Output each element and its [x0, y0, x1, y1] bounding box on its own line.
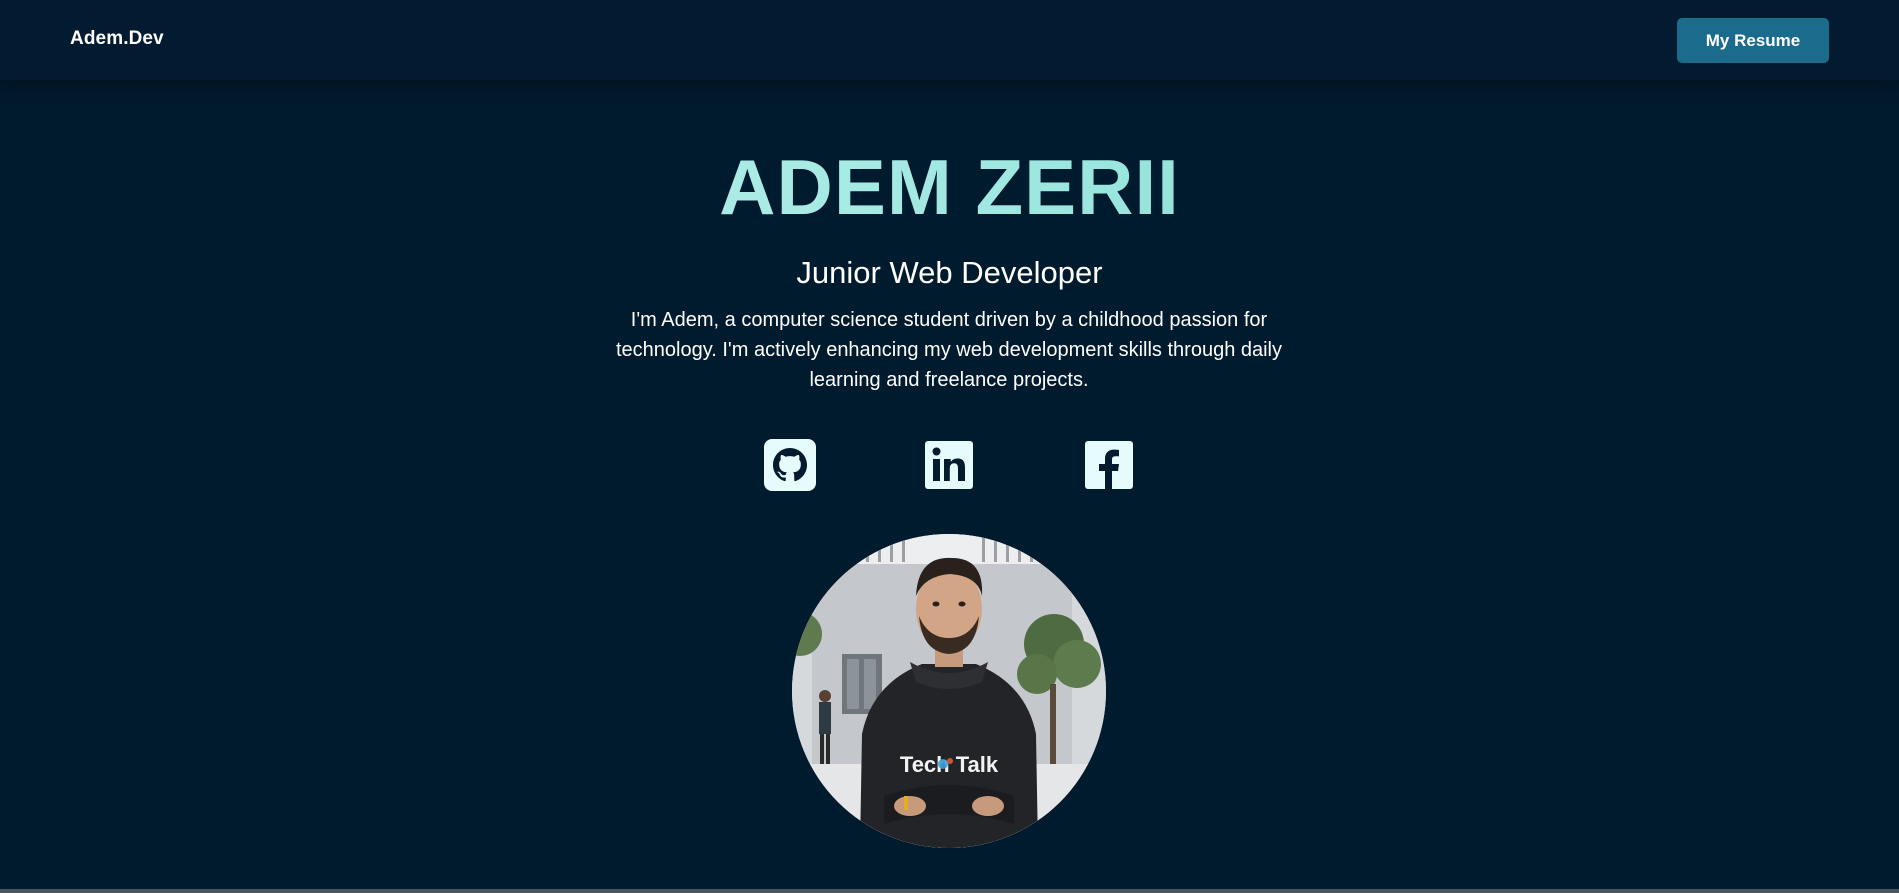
facebook-icon	[1085, 441, 1133, 489]
brand-logo-text[interactable]: Adem.Dev	[70, 28, 164, 50]
profile-photo-illustration: Tech Talk	[792, 534, 1106, 848]
my-resume-button[interactable]: My Resume	[1677, 18, 1829, 63]
profile-photo: Tech Talk	[792, 534, 1106, 848]
linkedin-link[interactable]	[921, 437, 977, 493]
portfolio-page: Adem.Dev My Resume ADEM ZERII Junior Web…	[0, 0, 1899, 893]
role-subtitle: Junior Web Developer	[796, 255, 1103, 290]
github-icon	[764, 439, 816, 491]
bottom-divider	[0, 889, 1899, 893]
bio-paragraph: I'm Adem, a computer science student dri…	[615, 309, 1282, 391]
github-link[interactable]	[762, 437, 818, 493]
hoodie-print-text: Tech Talk	[900, 752, 999, 777]
linkedin-icon	[925, 441, 973, 489]
hero-name-heading: ADEM ZERII	[0, 142, 1899, 232]
top-navbar: Adem.Dev My Resume	[0, 0, 1899, 80]
facebook-link[interactable]	[1081, 437, 1137, 493]
